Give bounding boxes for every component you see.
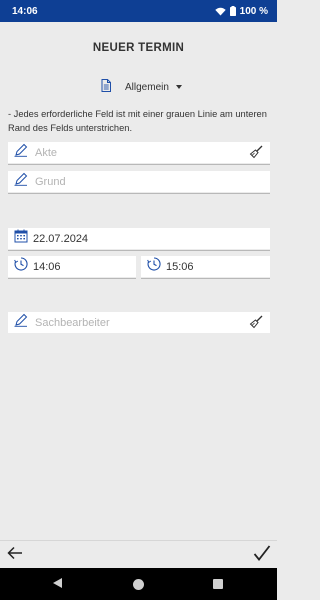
category-dropdown[interactable]: Allgemein	[101, 79, 182, 95]
required-underline	[8, 250, 270, 251]
status-bar: 14:06 100 %	[0, 0, 277, 22]
nav-recents-icon[interactable]	[213, 579, 223, 589]
end-time-field[interactable]: 15:06	[141, 256, 270, 279]
clock-icon	[147, 257, 161, 276]
akte-field[interactable]: Akte	[8, 142, 270, 165]
system-nav-bar	[0, 568, 277, 600]
clock-icon	[14, 257, 28, 276]
checkmark-icon[interactable]	[253, 544, 271, 567]
grund-placeholder: Grund	[35, 175, 66, 188]
end-time-value: 15:06	[166, 260, 194, 273]
broom-icon[interactable]	[249, 145, 263, 164]
info-text: - Jedes erforderliche Feld ist mit einer…	[8, 109, 267, 133]
nav-back-icon[interactable]	[53, 578, 62, 588]
pencil-icon	[14, 313, 28, 332]
document-icon	[101, 79, 111, 95]
chevron-down-icon	[175, 85, 182, 89]
bottom-action-bar	[0, 540, 277, 568]
back-arrow-icon[interactable]	[7, 546, 23, 565]
category-label: Allgemein	[125, 81, 169, 93]
page-title: NEUER TERMIN	[92, 42, 185, 54]
required-underline	[8, 278, 136, 279]
required-underline	[141, 278, 270, 279]
nav-home-icon[interactable]	[133, 579, 144, 590]
pencil-icon	[14, 143, 28, 162]
battery-icon	[229, 6, 236, 16]
required-underline	[8, 193, 270, 194]
status-time: 14:06	[12, 5, 38, 17]
broom-icon[interactable]	[249, 315, 263, 334]
sachbearbeiter-placeholder: Sachbearbeiter	[35, 316, 110, 329]
battery-percent: 100 %	[239, 5, 268, 17]
calendar-icon	[14, 229, 28, 248]
wifi-icon	[214, 7, 226, 16]
grund-field[interactable]: Grund	[8, 171, 270, 194]
date-field[interactable]: 22.07.2024	[8, 228, 270, 251]
akte-placeholder: Akte	[35, 146, 58, 159]
required-underline	[8, 164, 270, 165]
start-time-field[interactable]: 14:06	[8, 256, 136, 279]
pencil-icon	[14, 172, 28, 191]
start-time-value: 14:06	[33, 260, 61, 273]
sachbearbeiter-field[interactable]: Sachbearbeiter	[8, 312, 270, 333]
date-value: 22.07.2024	[33, 232, 89, 245]
